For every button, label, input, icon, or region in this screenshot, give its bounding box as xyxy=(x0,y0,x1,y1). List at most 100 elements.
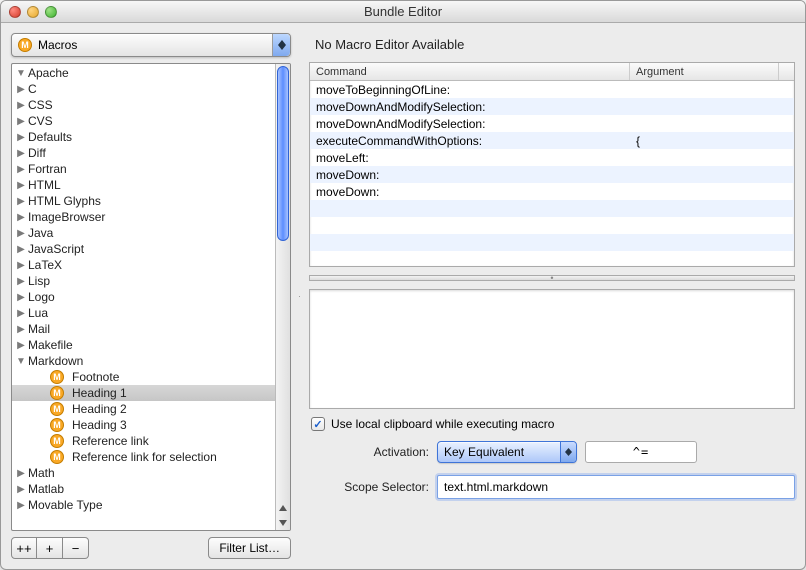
tree-child-item[interactable]: MReference link xyxy=(12,433,275,449)
cell-command: moveToBeginningOfLine: xyxy=(310,81,630,98)
tree-child-item[interactable]: MHeading 3 xyxy=(12,417,275,433)
tree-item[interactable]: ▶HTML Glyphs xyxy=(12,193,275,209)
vertical-splitter[interactable]: · xyxy=(297,33,303,559)
disclosure-closed-icon[interactable]: ▶ xyxy=(16,324,26,335)
disclosure-closed-icon[interactable]: ▶ xyxy=(16,260,26,271)
remove-button[interactable]: − xyxy=(63,537,89,559)
popup-arrows-icon xyxy=(560,442,576,462)
tree-item[interactable]: ▶Java xyxy=(12,225,275,241)
tree-item[interactable]: ▶JavaScript xyxy=(12,241,275,257)
table-row[interactable]: moveToBeginningOfLine: xyxy=(310,81,794,98)
disclosure-closed-icon[interactable]: ▶ xyxy=(16,468,26,479)
tree-item-label: HTML Glyphs xyxy=(28,194,101,208)
tree-child-item[interactable]: MFootnote xyxy=(12,369,275,385)
tree-item[interactable]: ▶ImageBrowser xyxy=(12,209,275,225)
table-row[interactable] xyxy=(310,217,794,234)
bundle-type-popup[interactable]: M Macros xyxy=(11,33,291,57)
tree-item-label: Fortran xyxy=(28,162,67,176)
tree-item[interactable]: ▶Fortran xyxy=(12,161,275,177)
scope-label: Scope Selector: xyxy=(309,480,429,494)
tree-item[interactable]: ▶C xyxy=(12,81,275,97)
tree-item[interactable]: ▶Logo xyxy=(12,289,275,305)
key-equivalent-field[interactable]: ^= xyxy=(585,441,697,463)
tree-item[interactable]: ▶HTML xyxy=(12,177,275,193)
disclosure-closed-icon[interactable]: ▶ xyxy=(16,100,26,111)
activation-popup[interactable]: Key Equivalent xyxy=(437,441,577,463)
titlebar: Bundle Editor xyxy=(1,1,805,23)
cell-command: moveDownAndModifySelection: xyxy=(310,98,630,115)
tree-item[interactable]: ▶CSS xyxy=(12,97,275,113)
disclosure-open-icon[interactable]: ▼ xyxy=(16,68,26,79)
argument-detail-pane[interactable] xyxy=(309,289,795,409)
disclosure-closed-icon[interactable]: ▶ xyxy=(16,340,26,351)
tree-item[interactable]: ▶Defaults xyxy=(12,129,275,145)
column-command[interactable]: Command xyxy=(310,63,630,80)
tree-child-label: Footnote xyxy=(72,370,119,384)
tree-item-label: Logo xyxy=(28,290,55,304)
disclosure-closed-icon[interactable]: ▶ xyxy=(16,276,26,287)
scroll-thumb[interactable] xyxy=(277,66,289,241)
disclosure-closed-icon[interactable]: ▶ xyxy=(16,116,26,127)
disclosure-closed-icon[interactable]: ▶ xyxy=(16,180,26,191)
disclosure-closed-icon[interactable]: ▶ xyxy=(16,84,26,95)
clipboard-checkbox[interactable]: ✓ xyxy=(311,417,325,431)
tree-item[interactable]: ▶Movable Type xyxy=(12,497,275,513)
tree-item-label: Mail xyxy=(28,322,50,336)
macro-badge-icon: M xyxy=(50,418,64,432)
table-row[interactable]: moveDown: xyxy=(310,166,794,183)
add-button[interactable]: + xyxy=(37,537,63,559)
tree-item[interactable]: ▶Lua xyxy=(12,305,275,321)
table-row[interactable] xyxy=(310,200,794,217)
scope-selector-field[interactable]: text.html.markdown xyxy=(437,475,795,499)
table-row[interactable]: moveDownAndModifySelection: xyxy=(310,115,794,132)
disclosure-closed-icon[interactable]: ▶ xyxy=(16,212,26,223)
disclosure-closed-icon[interactable]: ▶ xyxy=(16,308,26,319)
add-remove-segment: ++ + − xyxy=(11,537,89,559)
tree-item[interactable]: ▶Lisp xyxy=(12,273,275,289)
table-body[interactable]: moveToBeginningOfLine:moveDownAndModifyS… xyxy=(310,81,794,266)
disclosure-closed-icon[interactable]: ▶ xyxy=(16,292,26,303)
tree-item[interactable]: ▶Makefile xyxy=(12,337,275,353)
disclosure-closed-icon[interactable]: ▶ xyxy=(16,196,26,207)
table-row[interactable]: executeCommandWithOptions:{ xyxy=(310,132,794,149)
tree-item[interactable]: ▶LaTeX xyxy=(12,257,275,273)
add-group-button[interactable]: ++ xyxy=(11,537,37,559)
tree-child-item[interactable]: MHeading 1 xyxy=(12,385,275,401)
tree-item[interactable]: ▶Diff xyxy=(12,145,275,161)
scroll-down-icon[interactable] xyxy=(276,515,290,530)
scrollbar[interactable] xyxy=(275,64,290,530)
disclosure-open-icon[interactable]: ▼ xyxy=(16,356,26,367)
tree-item-label: CSS xyxy=(28,98,53,112)
disclosure-closed-icon[interactable]: ▶ xyxy=(16,228,26,239)
disclosure-closed-icon[interactable]: ▶ xyxy=(16,244,26,255)
table-row[interactable]: moveLeft: xyxy=(310,149,794,166)
disclosure-closed-icon[interactable]: ▶ xyxy=(16,500,26,511)
scroll-up-icon[interactable] xyxy=(276,500,290,515)
bundle-tree-content[interactable]: ▼Apache▶C▶CSS▶CVS▶Defaults▶Diff▶Fortran▶… xyxy=(12,64,275,530)
macro-command-table[interactable]: Command Argument moveToBeginningOfLine:m… xyxy=(309,62,795,267)
tree-item[interactable]: ▼Markdown xyxy=(12,353,275,369)
macro-badge-icon: M xyxy=(50,402,64,416)
cell-command xyxy=(310,217,630,234)
tree-child-item[interactable]: MHeading 2 xyxy=(12,401,275,417)
tree-item[interactable]: ▼Apache xyxy=(12,65,275,81)
column-argument[interactable]: Argument xyxy=(630,63,779,80)
cell-command: moveDownAndModifySelection: xyxy=(310,115,630,132)
disclosure-closed-icon[interactable]: ▶ xyxy=(16,148,26,159)
disclosure-closed-icon[interactable]: ▶ xyxy=(16,164,26,175)
bundle-tree[interactable]: ▼Apache▶C▶CSS▶CVS▶Defaults▶Diff▶Fortran▶… xyxy=(11,63,291,531)
filter-list-button[interactable]: Filter List… xyxy=(208,537,291,559)
tree-item[interactable]: ▶Mail xyxy=(12,321,275,337)
tree-item-label: Matlab xyxy=(28,482,64,496)
tree-child-item[interactable]: MReference link for selection xyxy=(12,449,275,465)
table-row[interactable] xyxy=(310,234,794,251)
horizontal-splitter[interactable]: • xyxy=(309,275,795,281)
tree-item-label: Lisp xyxy=(28,274,50,288)
tree-item[interactable]: ▶CVS xyxy=(12,113,275,129)
tree-item[interactable]: ▶Matlab xyxy=(12,481,275,497)
tree-item[interactable]: ▶Math xyxy=(12,465,275,481)
table-row[interactable]: moveDown: xyxy=(310,183,794,200)
disclosure-closed-icon[interactable]: ▶ xyxy=(16,484,26,495)
disclosure-closed-icon[interactable]: ▶ xyxy=(16,132,26,143)
table-row[interactable]: moveDownAndModifySelection: xyxy=(310,98,794,115)
